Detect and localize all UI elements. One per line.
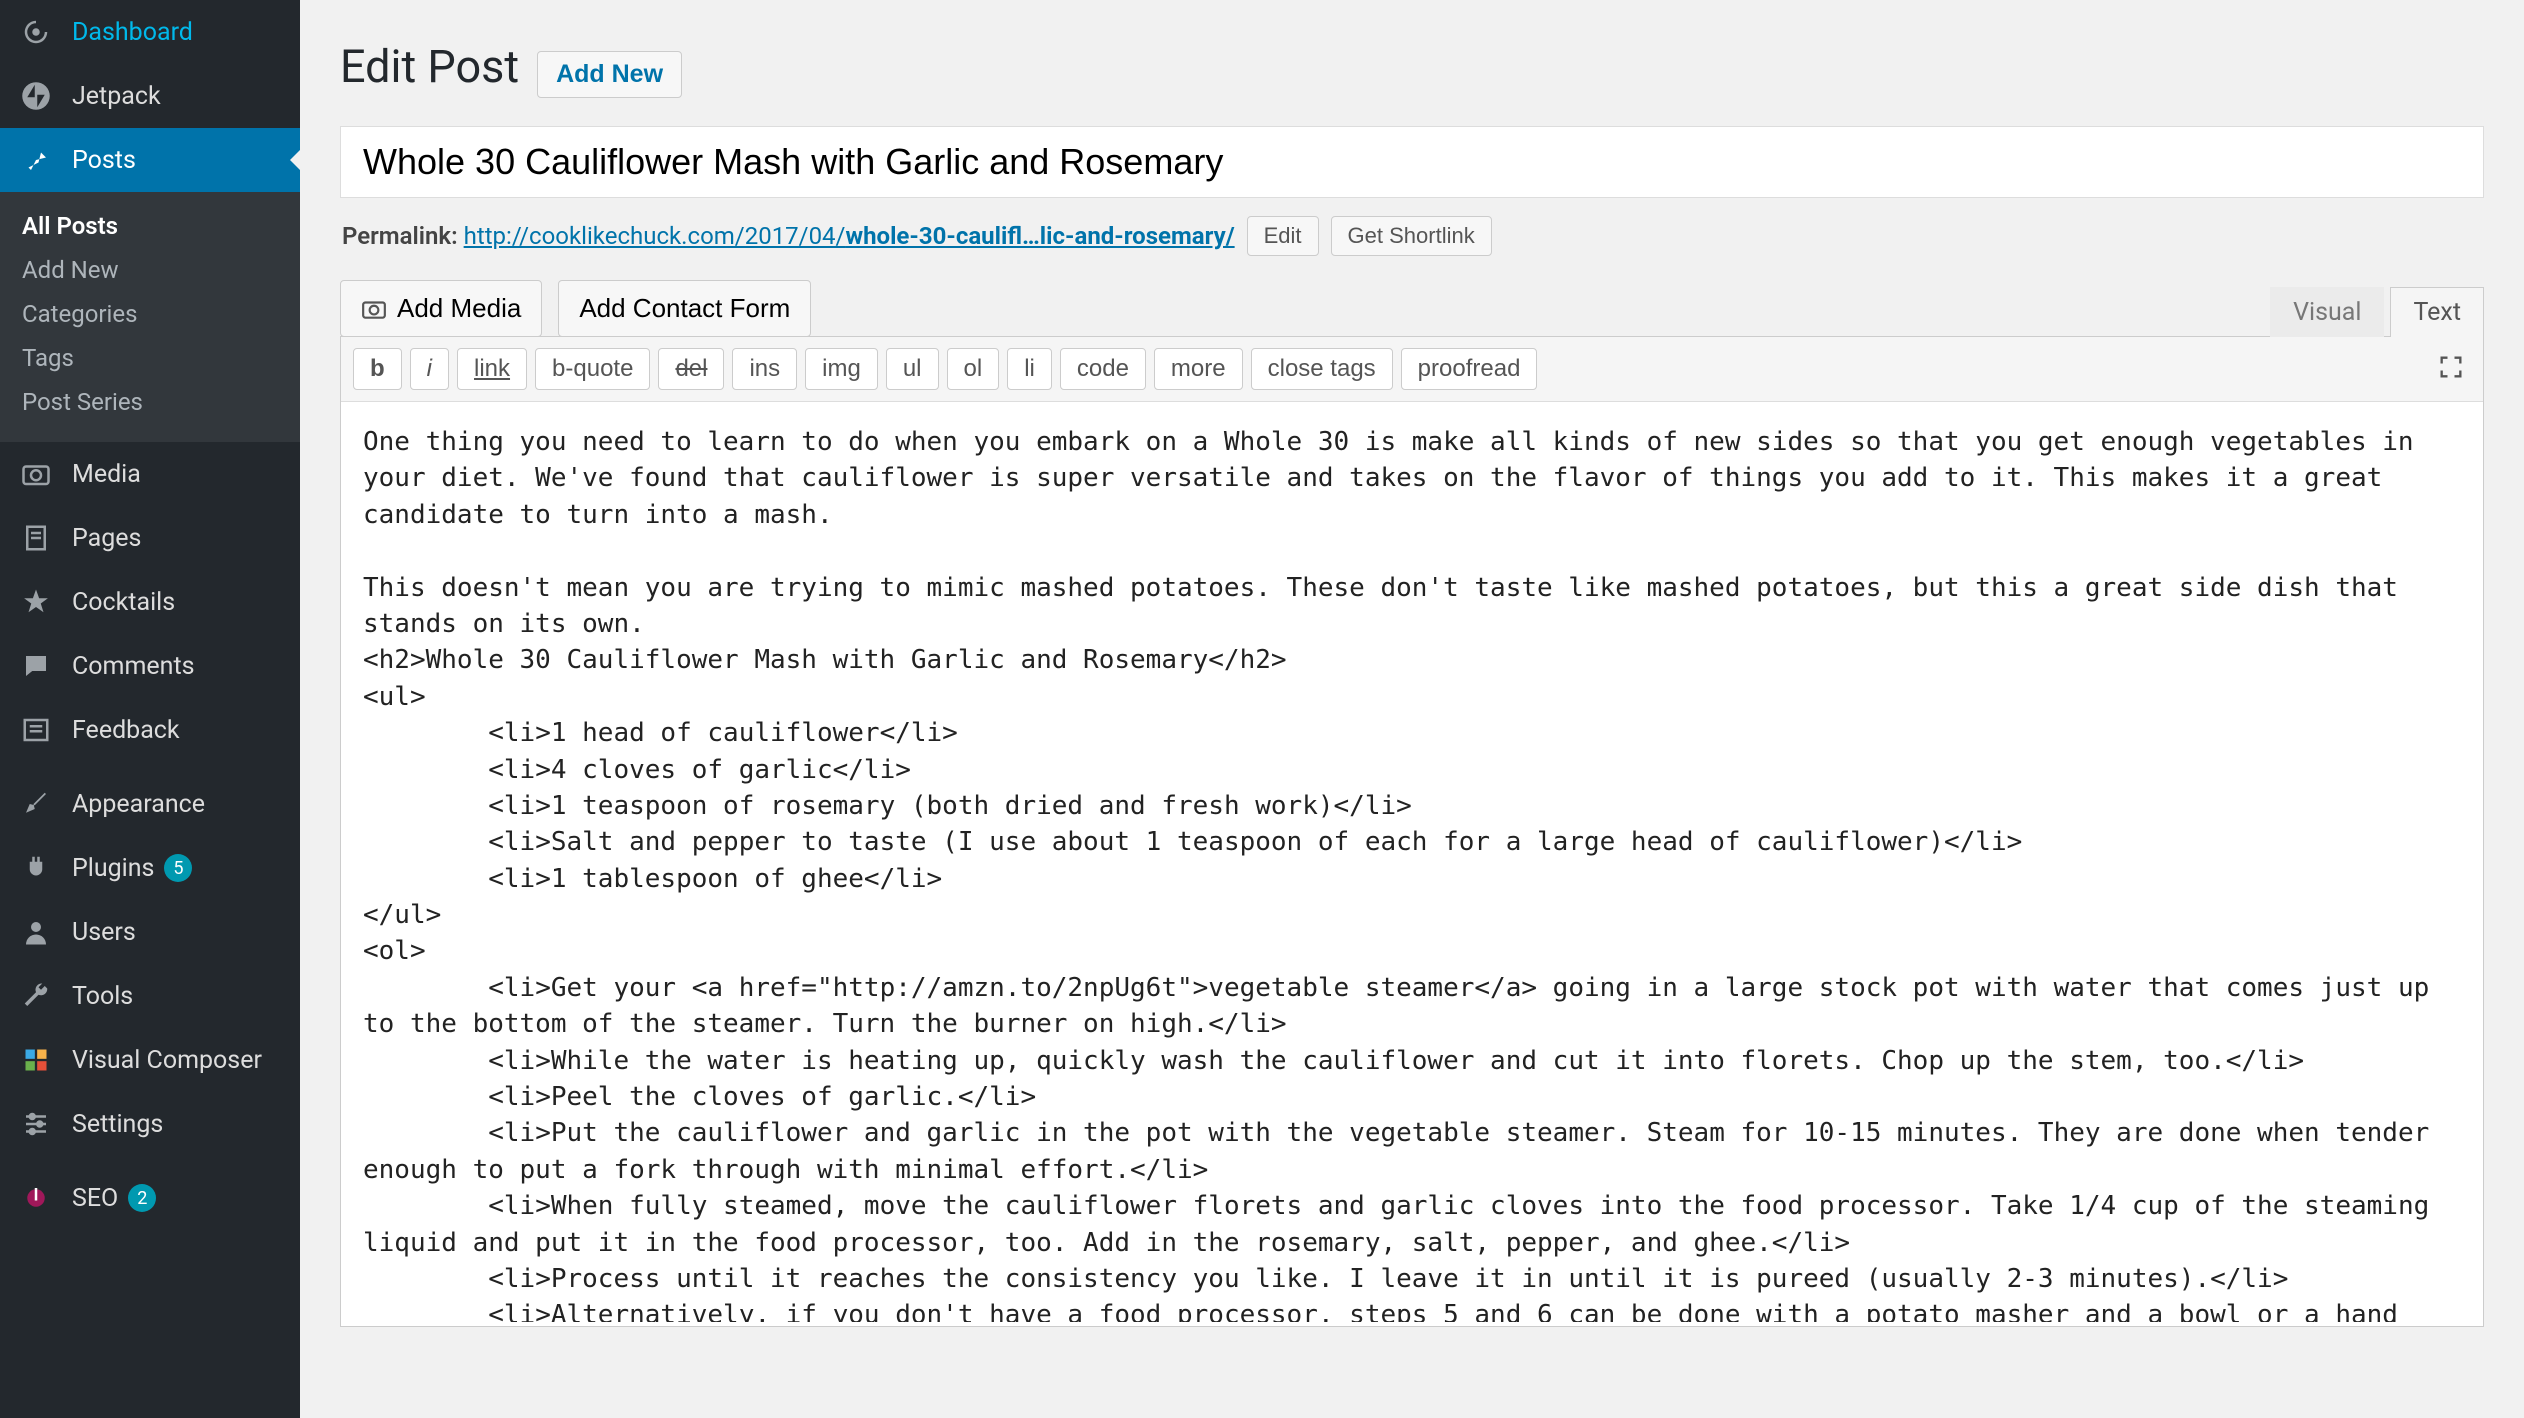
sidebar-item-users[interactable]: Users (0, 900, 300, 964)
quicktags-toolbar: b i link b-quote del ins img ul ol li co… (341, 337, 2483, 402)
user-icon (18, 914, 54, 950)
sidebar-item-label: Settings (72, 1110, 163, 1139)
camera-icon (18, 456, 54, 492)
editor-wrap: b i link b-quote del ins img ul ol li co… (340, 336, 2484, 1327)
post-content-textarea[interactable] (341, 402, 2483, 1322)
add-new-button[interactable]: Add New (537, 51, 682, 98)
permalink-link[interactable]: http://cooklikechuck.com/2017/04/whole-3… (464, 222, 1235, 250)
permalink-edit-button[interactable]: Edit (1247, 216, 1319, 256)
seo-badge: 2 (128, 1184, 156, 1212)
app-root: Dashboard Jetpack Posts All Posts Add Ne… (0, 0, 2524, 1418)
admin-sidebar: Dashboard Jetpack Posts All Posts Add Ne… (0, 0, 300, 1418)
submenu-post-series[interactable]: Post Series (0, 380, 300, 424)
sidebar-item-media[interactable]: Media (0, 442, 300, 506)
submenu-categories[interactable]: Categories (0, 292, 300, 336)
main-content: Edit Post Add New Permalink: http://cook… (300, 0, 2524, 1418)
sidebar-item-seo[interactable]: SEO 2 (0, 1166, 300, 1230)
submenu-add-new[interactable]: Add New (0, 248, 300, 292)
sidebar-item-plugins[interactable]: Plugins 5 (0, 836, 300, 900)
vc-icon (18, 1042, 54, 1078)
sidebar-item-label: Dashboard (72, 18, 193, 47)
jetpack-icon (18, 78, 54, 114)
form-icon (18, 712, 54, 748)
sidebar-item-label: Feedback (72, 716, 180, 745)
seo-icon (18, 1180, 54, 1216)
posts-submenu: All Posts Add New Categories Tags Post S… (0, 192, 300, 442)
sidebar-item-pages[interactable]: Pages (0, 506, 300, 570)
qt-del[interactable]: del (658, 348, 724, 390)
sidebar-item-label: SEO (72, 1184, 118, 1213)
sidebar-item-dashboard[interactable]: Dashboard (0, 0, 300, 64)
qt-proofread[interactable]: proofread (1401, 348, 1538, 390)
tab-visual[interactable]: Visual (2270, 287, 2384, 337)
page-title: Edit Post (340, 40, 519, 93)
sidebar-sep (0, 762, 300, 772)
submenu-tags[interactable]: Tags (0, 336, 300, 380)
sidebar-item-cocktails[interactable]: Cocktails (0, 570, 300, 634)
qt-ol[interactable]: ol (947, 348, 1000, 390)
permalink-base: http://cooklikechuck.com/2017/04/ (464, 222, 846, 250)
add-contact-label: Add Contact Form (579, 293, 790, 324)
sidebar-item-label: Users (72, 918, 136, 947)
star-icon (18, 584, 54, 620)
page-icon (18, 520, 54, 556)
sidebar-item-label: Pages (72, 524, 141, 553)
qt-link[interactable]: link (457, 348, 527, 390)
tab-text[interactable]: Text (2390, 287, 2484, 337)
add-media-button[interactable]: Add Media (340, 280, 542, 337)
pin-icon (18, 142, 54, 178)
sidebar-item-appearance[interactable]: Appearance (0, 772, 300, 836)
camera-icon (361, 296, 387, 322)
add-media-label: Add Media (397, 293, 521, 324)
sidebar-item-label: Jetpack (72, 82, 161, 111)
qt-b[interactable]: b (353, 348, 402, 390)
submenu-all-posts[interactable]: All Posts (0, 204, 300, 248)
qt-li[interactable]: li (1007, 348, 1052, 390)
gauge-icon (18, 14, 54, 50)
plug-icon (18, 850, 54, 886)
editor-tabs: Visual Text (2264, 287, 2484, 337)
qt-code[interactable]: code (1060, 348, 1146, 390)
qt-more[interactable]: more (1154, 348, 1243, 390)
sliders-icon (18, 1106, 54, 1142)
qt-i[interactable]: i (410, 348, 449, 390)
post-title-input[interactable] (340, 126, 2484, 198)
editor-top: Add Media Add Contact Form Visual Text (340, 280, 2484, 337)
add-contact-form-button[interactable]: Add Contact Form (558, 280, 811, 337)
sidebar-item-posts[interactable]: Posts (0, 128, 300, 192)
page-head: Edit Post Add New (340, 40, 2484, 98)
sidebar-item-jetpack[interactable]: Jetpack (0, 64, 300, 128)
permalink-row: Permalink: http://cooklikechuck.com/2017… (342, 216, 2484, 256)
qt-img[interactable]: img (805, 348, 878, 390)
plugins-badge: 5 (164, 854, 192, 882)
sidebar-item-label: Posts (72, 146, 136, 175)
sidebar-sep (0, 1156, 300, 1166)
comment-icon (18, 648, 54, 684)
sidebar-item-label: Visual Composer (72, 1046, 262, 1075)
sidebar-item-label: Media (72, 460, 141, 489)
fullscreen-toggle[interactable] (2431, 347, 2471, 391)
sidebar-item-label: Tools (72, 982, 133, 1011)
qt-close-tags[interactable]: close tags (1251, 348, 1393, 390)
sidebar-item-label: Plugins (72, 854, 154, 883)
qt-bquote[interactable]: b-quote (535, 348, 650, 390)
sidebar-item-settings[interactable]: Settings (0, 1092, 300, 1156)
wrench-icon (18, 978, 54, 1014)
sidebar-item-label: Comments (72, 652, 195, 681)
permalink-slug: whole-30-caulifl…lic-and-rosemary/ (845, 222, 1234, 250)
sidebar-item-label: Appearance (72, 790, 205, 819)
qt-ins[interactable]: ins (732, 348, 797, 390)
brush-icon (18, 786, 54, 822)
permalink-label: Permalink: (342, 222, 458, 250)
get-shortlink-button[interactable]: Get Shortlink (1331, 216, 1492, 256)
qt-ul[interactable]: ul (886, 348, 939, 390)
sidebar-item-label: Cocktails (72, 588, 175, 617)
sidebar-item-tools[interactable]: Tools (0, 964, 300, 1028)
sidebar-item-comments[interactable]: Comments (0, 634, 300, 698)
sidebar-item-visual-composer[interactable]: Visual Composer (0, 1028, 300, 1092)
sidebar-item-feedback[interactable]: Feedback (0, 698, 300, 762)
